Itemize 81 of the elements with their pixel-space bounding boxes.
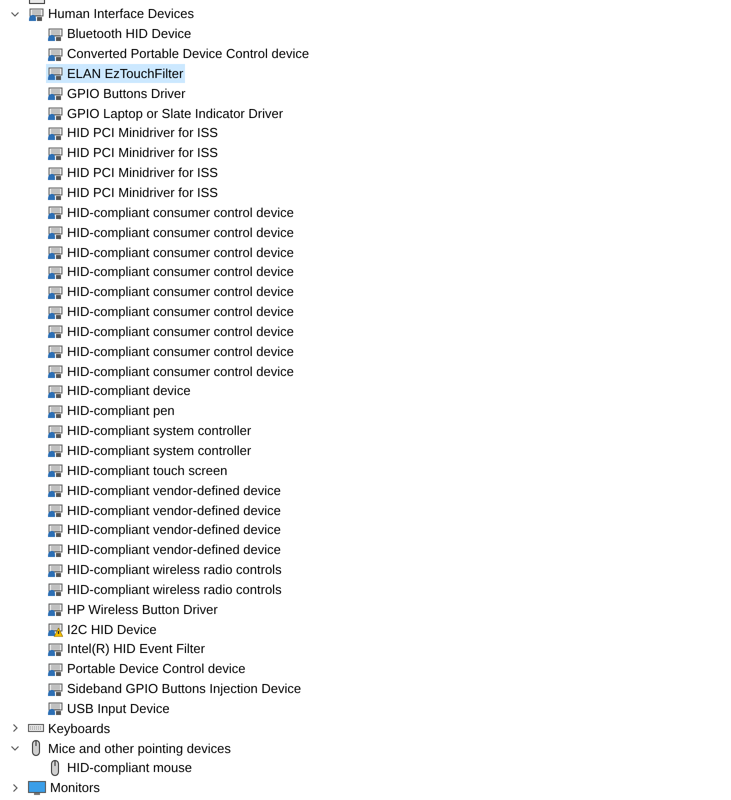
device-item[interactable]: HID-compliant consumer control device (46, 302, 296, 322)
device-item[interactable]: HID-compliant vendor-defined device (46, 480, 283, 500)
device-icon (47, 65, 63, 82)
collapse-chevron-icon[interactable] (10, 743, 20, 754)
device-icon (47, 343, 63, 360)
device-item[interactable]: HID-compliant wireless radio controls (46, 560, 284, 580)
device-item[interactable]: HID-compliant consumer control device (46, 362, 296, 381)
device-icon (47, 562, 63, 578)
device-item[interactable]: HID PCI Minidriver for ISS (46, 183, 220, 202)
category-label[interactable]: Monitors (50, 780, 100, 796)
device-item[interactable]: HID-compliant consumer control device (46, 242, 296, 262)
device-icon (47, 660, 63, 677)
device-item[interactable]: HID-compliant system controller (46, 440, 254, 460)
device-icon (47, 264, 63, 280)
device-icon (47, 164, 63, 181)
device-item[interactable]: HID-compliant vendor-defined device (46, 500, 283, 520)
device-item[interactable]: GPIO Laptop or Slate Indicator Driver (46, 104, 286, 123)
device-item[interactable]: HID PCI Minidriver for ISS (46, 143, 220, 162)
device-item[interactable]: Converted Portable Device Control device (46, 44, 312, 64)
device-icon (47, 204, 63, 220)
device-icon (47, 284, 63, 300)
device-item[interactable]: HID PCI Minidriver for ISS (46, 163, 220, 182)
device-item[interactable]: HID-compliant consumer control device (46, 202, 296, 222)
device-item[interactable]: GPIO Buttons Driver (46, 84, 188, 103)
device-icon (47, 700, 63, 716)
device-item[interactable]: HID-compliant device (46, 381, 193, 400)
category-label[interactable]: Human Interface Devices (48, 6, 194, 22)
device-item[interactable]: HID-compliant system controller (46, 421, 254, 440)
device-icon (47, 502, 63, 518)
device-item[interactable]: HID-compliant mouse (46, 758, 194, 778)
device-item[interactable]: HID-compliant vendor-defined device (46, 520, 283, 540)
device-icon (28, 6, 44, 22)
device-item[interactable]: HP Wireless Button Driver (46, 600, 220, 619)
expand-chevron-icon[interactable] (10, 723, 20, 734)
device-icon (47, 382, 63, 399)
device-icon (47, 680, 63, 697)
device-icon (47, 482, 63, 498)
device-item[interactable]: HID-compliant consumer control device (46, 282, 296, 302)
monitor-icon (28, 780, 46, 796)
device-icon (47, 46, 63, 62)
device-item[interactable]: I2C HID Device (46, 620, 159, 639)
device-icon (47, 224, 63, 240)
device-icon (47, 522, 63, 538)
device-item[interactable]: HID-compliant consumer control device (46, 342, 296, 361)
device-item[interactable]: HID-compliant consumer control device (46, 222, 296, 242)
device-item[interactable]: HID-compliant consumer control device (46, 322, 296, 341)
category-label[interactable]: Mice and other pointing devices (48, 740, 231, 756)
device-item[interactable]: HID-compliant touch screen (46, 460, 230, 480)
device-icon (47, 581, 63, 598)
device-icon (47, 363, 63, 380)
expand-chevron-icon[interactable] (10, 782, 20, 793)
device-icon (47, 323, 63, 340)
device-item[interactable]: ELAN EzTouchFilter (46, 64, 186, 83)
device-item[interactable]: USB Input Device (46, 698, 172, 718)
device-item[interactable]: Bluetooth HID Device (46, 24, 194, 44)
device-item[interactable]: HID-compliant pen (46, 401, 177, 420)
device-item[interactable]: Portable Device Control device (46, 659, 248, 678)
device-icon (47, 640, 63, 657)
device-icon (29, 0, 45, 4)
device-icon (47, 184, 63, 201)
device-item[interactable]: Intel(R) HID Event Filter (46, 639, 207, 658)
device-icon (47, 124, 63, 141)
device-icon (47, 144, 63, 161)
device-icon (47, 85, 63, 102)
device-icon (47, 105, 63, 122)
device-item[interactable]: HID-compliant vendor-defined device (46, 540, 283, 560)
device-item[interactable]: HID PCI Minidriver for ISS (46, 123, 220, 142)
device-warning-icon (47, 621, 63, 638)
device-icon (47, 26, 63, 42)
device-icon (47, 542, 63, 558)
device-icon (47, 402, 63, 419)
device-icon (47, 442, 63, 458)
device-icon (47, 601, 63, 618)
device-icon (47, 244, 63, 260)
device-icon (47, 304, 63, 320)
device-item[interactable]: HID-compliant consumer control device (46, 262, 296, 282)
device-icon (47, 462, 63, 478)
category-label[interactable]: Keyboards (48, 720, 110, 736)
device-item[interactable]: HID-compliant wireless radio controls (46, 580, 284, 599)
device-item[interactable]: Sideband GPIO Buttons Injection Device (46, 679, 304, 698)
device-icon (47, 422, 63, 439)
